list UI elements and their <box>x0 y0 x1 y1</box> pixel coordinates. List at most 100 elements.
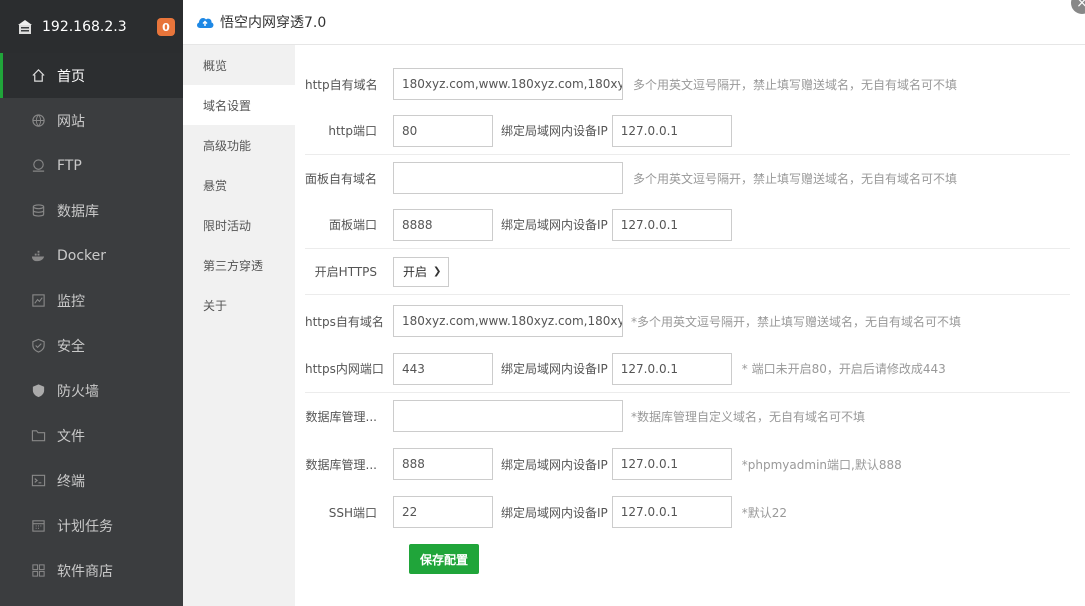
cloud-upload-icon <box>197 17 214 28</box>
https-port-row: https内网端口 443 绑定局域网内设备IP 127.0.0.1 * 端口未… <box>305 345 1070 393</box>
db-domain-label: 数据库管理... <box>305 409 377 424</box>
https-port-hint: * 端口未开启80，开启后请修改成443 <box>741 362 946 376</box>
ssh-port-input[interactable]: 22 <box>393 496 493 528</box>
panel-domain-input[interactable] <box>393 162 623 194</box>
http-ip-input[interactable]: 127.0.0.1 <box>611 114 732 147</box>
db-port-hint: *phpmyadmin端口,默认888 <box>741 457 902 472</box>
db-domain-row: 数据库管理... *数据库管理自定义域名，无自有域名可不填 <box>305 393 1070 439</box>
https-domain-label: https自有域名 <box>305 314 384 329</box>
apps-icon <box>30 563 46 579</box>
http-port-input[interactable]: 80 <box>393 114 493 147</box>
tab-about[interactable]: 关于 <box>183 285 295 325</box>
sidebar-item-label: 软件商店 <box>57 563 113 580</box>
https-domain-input[interactable]: 180xyz.com,www.180xyz.com,180xyz.c <box>393 305 623 337</box>
docker-icon <box>30 248 46 264</box>
sidebar-item-label: 首页 <box>57 68 85 85</box>
calendar-icon <box>30 518 46 534</box>
db-port-label: 数据库管理... <box>305 457 377 472</box>
panel-ip-input[interactable]: 127.0.0.1 <box>611 208 732 241</box>
sidebar-item-label: Docker <box>57 247 107 264</box>
tab-domain-settings[interactable]: 域名设置 <box>183 85 295 125</box>
save-config-button[interactable]: 保存配置 <box>409 544 479 574</box>
db-ip-input[interactable]: 127.0.0.1 <box>611 448 732 480</box>
tab-third-party[interactable]: 第三方穿透 <box>183 245 295 285</box>
ftp-icon <box>30 158 46 174</box>
http-port-row: http端口 80 绑定局域网内设备IP 127.0.0.1 <box>305 107 1070 155</box>
panel-port-row: 面板端口 8888 绑定局域网内设备IP 127.0.0.1 <box>305 201 1070 249</box>
panel-port-input[interactable]: 8888 <box>393 208 493 241</box>
sidebar-item-firewall[interactable]: 防火墙 <box>0 368 183 413</box>
https-enable-value: 开启 <box>403 265 428 279</box>
tab-advanced[interactable]: 高级功能 <box>183 125 295 165</box>
sidebar-item-terminal[interactable]: 终端 <box>0 458 183 503</box>
https-enable-label: 开启HTTPS <box>314 265 377 279</box>
chevron-down-icon: ❯ <box>433 266 442 277</box>
sidebar-item-label: 监控 <box>57 293 85 310</box>
panel-domain-label: 面板自有域名 <box>305 171 378 186</box>
https-ip-input[interactable]: 127.0.0.1 <box>611 352 732 385</box>
host-address: 192.168.2.3 <box>42 18 127 35</box>
bind-ip-label: 绑定局域网内设备IP <box>501 124 608 138</box>
terminal-icon <box>30 473 46 489</box>
sidebar-item-cron[interactable]: 计划任务 <box>0 503 183 548</box>
sidebar: 192.168.2.3 0 首页 网站 FTP 数据库 Docker 监控 安全… <box>0 0 183 606</box>
sidebar-item-websites[interactable]: 网站 <box>0 98 183 143</box>
http-domain-hint: 多个用英文逗号隔开，禁止填写赠送域名，无自有域名可不填 <box>633 77 958 92</box>
notification-badge[interactable]: 0 <box>157 18 175 36</box>
https-domain-row: https自有域名 180xyz.com,www.180xyz.com,180x… <box>305 297 1070 345</box>
sidebar-item-label: 防火墙 <box>57 383 99 400</box>
sidebar-item-home[interactable]: 首页 <box>0 53 183 98</box>
https-enable-row: 开启HTTPS 开启 ❯ <box>305 249 1070 295</box>
http-domain-input[interactable]: 180xyz.com,www.180xyz.com,180xyz.c <box>393 68 623 100</box>
globe-icon <box>30 113 46 129</box>
folder-icon <box>30 428 46 444</box>
database-icon <box>30 203 46 219</box>
ssh-ip-input[interactable]: 127.0.0.1 <box>611 496 732 528</box>
tab-limited-event[interactable]: 限时活动 <box>183 205 295 245</box>
panel-domain-row: 面板自有域名 多个用英文逗号隔开，禁止填写赠送域名，无自有域名可不填 <box>305 155 1070 201</box>
https-domain-hint: *多个用英文逗号隔开，禁止填写赠送域名，无自有域名可不填 <box>631 314 962 329</box>
sidebar-item-ftp[interactable]: FTP <box>0 143 183 188</box>
sidebar-item-docker[interactable]: Docker <box>0 233 183 278</box>
sidebar-item-database[interactable]: 数据库 <box>0 188 183 233</box>
bind-ip-label: 绑定局域网内设备IP <box>501 505 608 520</box>
sidebar-item-label: 文件 <box>57 428 85 445</box>
server-logo-icon <box>18 19 32 34</box>
https-port-label: https内网端口 <box>305 362 384 376</box>
https-port-input[interactable]: 443 <box>393 352 493 385</box>
monitor-icon <box>30 293 46 309</box>
panel-domain-hint: 多个用英文逗号隔开，禁止填写赠送域名，无自有域名可不填 <box>633 171 958 186</box>
sidebar-item-label: 终端 <box>57 473 85 490</box>
db-port-row: 数据库管理... 888 绑定局域网内设备IP 127.0.0.1 *phpmy… <box>305 441 1070 487</box>
sidebar-item-label: 计划任务 <box>57 518 113 535</box>
tab-overview[interactable]: 概览 <box>183 45 295 85</box>
db-domain-hint: *数据库管理自定义域名，无自有域名可不填 <box>631 409 866 424</box>
sidebar-item-monitor[interactable]: 监控 <box>0 278 183 323</box>
sidebar-item-label: 数据库 <box>57 203 99 220</box>
sidebar-item-files[interactable]: 文件 <box>0 413 183 458</box>
bind-ip-label: 绑定局域网内设备IP <box>501 218 608 232</box>
sidebar-item-app-store[interactable]: 软件商店 <box>0 548 183 593</box>
home-icon <box>30 68 46 84</box>
ssh-port-row: SSH端口 22 绑定局域网内设备IP 127.0.0.1 *默认22 <box>305 489 1070 535</box>
db-port-input[interactable]: 888 <box>393 448 493 480</box>
plugin-window-title: 悟空内网穿透7.0 <box>183 0 1085 45</box>
http-domain-row: http自有域名 180xyz.com,www.180xyz.com,180xy… <box>305 61 1070 107</box>
sidebar-item-label: FTP <box>57 157 82 174</box>
bind-ip-label: 绑定局域网内设备IP <box>501 362 608 376</box>
shield-icon <box>30 338 46 354</box>
sidebar-header: 192.168.2.3 0 <box>0 0 183 53</box>
ssh-port-label: SSH端口 <box>328 505 377 520</box>
sidebar-item-label: 网站 <box>57 113 85 130</box>
bind-ip-label: 绑定局域网内设备IP <box>501 457 608 472</box>
https-enable-select[interactable]: 开启 ❯ <box>393 256 449 287</box>
window-title: 悟空内网穿透7.0 <box>220 15 327 31</box>
plugin-tabs: 概览 域名设置 高级功能 悬赏 限时活动 第三方穿透 关于 <box>183 45 295 606</box>
sidebar-item-security[interactable]: 安全 <box>0 323 183 368</box>
db-domain-input[interactable] <box>393 400 623 432</box>
ssh-port-hint: *默认22 <box>741 505 788 520</box>
http-port-label: http端口 <box>328 124 377 138</box>
tab-bounty[interactable]: 悬赏 <box>183 165 295 205</box>
sidebar-item-label: 安全 <box>57 338 85 355</box>
http-domain-label: http自有域名 <box>305 77 378 92</box>
